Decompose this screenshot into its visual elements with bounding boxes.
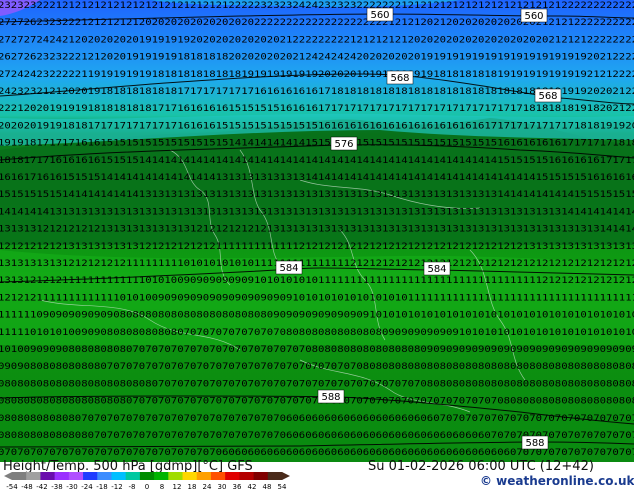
- contour-label-text: 588: [321, 392, 340, 403]
- grid-row: 1212121111111111111010100909090909090909…: [0, 292, 634, 302]
- colorbar-tick-label: 24: [203, 483, 212, 490]
- grid-row: 2724242322222119191919191818181818181819…: [0, 69, 634, 79]
- colorbar-tick-label: -24: [81, 483, 93, 490]
- colorbar-cell: [196, 472, 212, 480]
- grid-row: 1111110909090909090808080808080808080808…: [0, 310, 634, 320]
- contour-label-text: 560: [524, 11, 543, 22]
- footer: Height/Temp. 500 hPa [gdmp][°C] GFS Su 0…: [0, 459, 634, 490]
- colorbar-tick-label: -12: [111, 483, 122, 490]
- contour-label: 584: [275, 260, 303, 275]
- colorbar-tick-label: 8: [160, 483, 164, 490]
- colorbar-tick-label: -18: [96, 483, 107, 490]
- colorbar-cell: [54, 472, 70, 480]
- grid-row: 1212121212131313131313121212121212111111…: [0, 241, 634, 251]
- grid-row: 1313121212111111111111101010090909090909…: [0, 275, 634, 285]
- colorbar-tick-label: -54: [6, 483, 18, 490]
- contour-label: 584: [423, 261, 451, 276]
- colorbar-tick-label: -30: [66, 483, 77, 490]
- valid-time: Su 01-02-2026 06:00 UTC (12+42): [368, 459, 594, 474]
- colorbar-cell: [239, 472, 254, 480]
- contour-label-text: 568: [538, 91, 557, 102]
- colorbar: -54 -48 -42 -38 -30 -24 -18 -12 -8 0 8 12 18 24 30 36 42…: [4, 472, 290, 490]
- colorbar-tick-label: 12: [173, 483, 182, 490]
- colorbar-tick-label: 36: [233, 483, 242, 490]
- colorbar-tick-label: -42: [36, 483, 47, 490]
- colorbar-cell: [12, 472, 27, 480]
- contour-label: 588: [317, 389, 345, 404]
- colorbar-min-arrow: [4, 472, 12, 480]
- colorbar-tick-label: 18: [188, 483, 197, 490]
- colorbar-cell: [267, 472, 283, 480]
- colorbar-cell: [139, 472, 155, 480]
- contour-label: 568: [386, 70, 414, 85]
- grid-row: 2020201919181817171717171717161616151515…: [0, 120, 634, 130]
- weather-map: 2323232221212121212121212121212121212222…: [0, 0, 634, 462]
- contour-label-text: 584: [427, 264, 446, 275]
- contour-label: 568: [534, 88, 562, 103]
- colorbar-cell: [68, 472, 84, 480]
- contour-label: 560: [366, 7, 394, 22]
- colorbar-tick-label: 0: [145, 483, 149, 490]
- colorbar-cell: [26, 472, 41, 480]
- grid-row: 2627262323222121202019191919181818182020…: [0, 52, 634, 62]
- contour-label-text: 560: [370, 10, 389, 21]
- colorbar-tick-label: -48: [21, 483, 32, 490]
- grid-row: 0808080808080808080807070707070707070707…: [0, 396, 634, 406]
- colorbar-cell: [182, 472, 198, 480]
- colorbar-tick-label: -8: [129, 483, 136, 490]
- colorbar-cell: [111, 472, 127, 480]
- colorbar-cell: [97, 472, 112, 480]
- credit-link[interactable]: © weatheronline.co.uk: [480, 474, 634, 488]
- contour-label: 588: [521, 435, 549, 450]
- colorbar-cell: [168, 472, 183, 480]
- grid-row: 2221202019191918181818181717161616161515…: [0, 103, 634, 113]
- colorbar-cell: [125, 472, 141, 480]
- colorbar-max-arrow: [282, 472, 290, 480]
- grid-row: 0909080808080808070707070707070707070707…: [0, 361, 634, 371]
- grid-row: 2727272424212020202020191919192020202020…: [0, 34, 634, 44]
- grid-row: 0808080808080808080808080707070707070707…: [0, 378, 634, 388]
- contour-label-text: 584: [279, 263, 298, 274]
- colorbar-tick-label: 54: [278, 483, 287, 490]
- grid-row: 1414141413131313131313131313131313131313…: [0, 206, 634, 216]
- colorbar-cell: [83, 472, 98, 480]
- grid-row: 1313131313121212121211111111101010101010…: [0, 258, 634, 268]
- colorbar-cell: [253, 472, 269, 480]
- colorbar-tick-label: 48: [263, 483, 272, 490]
- colorbar-cell: [210, 472, 226, 480]
- contour-label-text: 568: [390, 73, 409, 84]
- contour-label: 576: [330, 136, 358, 151]
- colorbar-cell: [40, 472, 56, 480]
- colorbar-cell: [154, 472, 169, 480]
- grid-row: 2323232221212121212121212121212121212222…: [0, 0, 634, 10]
- grid-row: 1010090909080808080807070707070707070707…: [0, 344, 634, 354]
- colorbar-tick-label: 42: [248, 483, 257, 490]
- colorbar-cell: [225, 472, 240, 480]
- grid-row: 1515151515141414141414131313131313131313…: [0, 189, 634, 199]
- contour-label-text: 576: [334, 139, 353, 150]
- grid-row: 1818171716161616151515141414141414141414…: [0, 155, 634, 165]
- contour-label-text: 588: [525, 438, 544, 449]
- grid-row: 1616171616151515141414141414141414131313…: [0, 172, 634, 182]
- grid-row: 1111101010100909080808080808070707070707…: [0, 327, 634, 337]
- colorbar-tick-label: 30: [218, 483, 227, 490]
- colorbar-tick-label: -38: [51, 483, 62, 490]
- contour-label: 560: [520, 8, 548, 23]
- grid-row: 0808080808080707070707070707070707070707…: [0, 413, 634, 423]
- grid-row: 1919181717171616151515151515151515151414…: [0, 138, 634, 148]
- grid-row: 1313131212121212131313131313131212121212…: [0, 224, 634, 234]
